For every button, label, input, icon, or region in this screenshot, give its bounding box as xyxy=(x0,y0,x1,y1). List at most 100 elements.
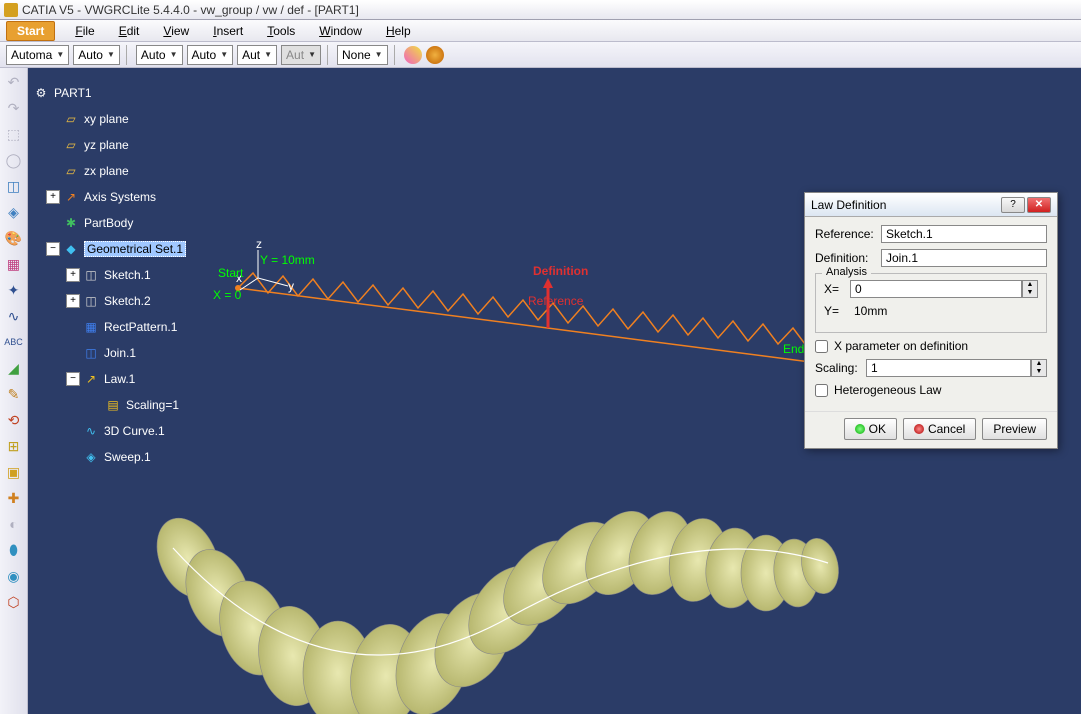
collapse-icon[interactable]: − xyxy=(46,242,60,256)
part-icon: ⚙ xyxy=(32,86,50,100)
tree-root[interactable]: ⚙ PART1 xyxy=(32,80,212,106)
y-value: 10mm xyxy=(854,304,887,318)
expand-icon[interactable]: + xyxy=(66,268,80,282)
curve-icon: ∿ xyxy=(82,424,100,438)
redo-icon[interactable]: ↷ xyxy=(4,98,24,118)
spin-down-icon[interactable]: ▼ xyxy=(1032,368,1046,376)
definition-input[interactable] xyxy=(881,249,1047,267)
extra3-icon[interactable]: ◉ xyxy=(4,566,24,586)
analysis-fieldset: Analysis X= ▲▼ Y= 10mm xyxy=(815,273,1047,333)
tree-xyplane[interactable]: ▱ xy plane xyxy=(32,106,212,132)
label-start: Start xyxy=(218,266,243,280)
scaling-label: Scaling: xyxy=(815,361,862,375)
combo-1[interactable]: Automa▼ xyxy=(6,45,69,65)
menu-insert[interactable]: Insert xyxy=(201,22,255,40)
tree-scaling[interactable]: ▤ Scaling=1 xyxy=(32,392,212,418)
sketch-icon: ◫ xyxy=(82,268,100,282)
tree-yzplane[interactable]: ▱ yz plane xyxy=(32,132,212,158)
combo-6: Aut▼ xyxy=(281,45,321,65)
text-icon[interactable]: ABC xyxy=(4,332,24,352)
tree-sketch2[interactable]: +◫ Sketch.2 xyxy=(32,288,212,314)
x-input[interactable] xyxy=(850,280,1022,298)
collapse-icon[interactable]: − xyxy=(66,372,80,386)
preview-button[interactable]: Preview xyxy=(982,418,1047,440)
tree-law[interactable]: −↗ Law.1 xyxy=(32,366,212,392)
geoset-icon: ◆ xyxy=(62,242,80,256)
menu-window[interactable]: Window xyxy=(307,22,374,40)
scaling-spinner[interactable]: ▲▼ xyxy=(866,359,1047,377)
tool1-icon[interactable]: ▣ xyxy=(4,462,24,482)
combo-2[interactable]: Auto▼ xyxy=(73,45,120,65)
point-icon[interactable]: ✦ xyxy=(4,280,24,300)
grid-icon[interactable]: ▦ xyxy=(4,254,24,274)
start-menu-button[interactable]: Start xyxy=(6,21,55,41)
combo-3[interactable]: Auto▼ xyxy=(136,45,183,65)
cancel-button[interactable]: Cancel xyxy=(903,418,976,440)
expand-icon[interactable]: + xyxy=(46,190,60,204)
sweep-geometry xyxy=(128,438,848,714)
scaling-input[interactable] xyxy=(866,359,1031,377)
circle-icon[interactable]: ◯ xyxy=(4,150,24,170)
pattern-icon: ▦ xyxy=(82,320,100,334)
menu-help[interactable]: Help xyxy=(374,22,423,40)
tree-3dcurve[interactable]: ∿ 3D Curve.1 xyxy=(32,418,212,444)
definition-label: Definition: xyxy=(815,251,877,265)
title-bar: CATIA V5 - VWGRCLite 5.4.4.0 - vw_group … xyxy=(0,0,1081,20)
extra2-icon[interactable]: ⬮ xyxy=(4,540,24,560)
tree-zxplane[interactable]: ▱ zx plane xyxy=(32,158,212,184)
menu-view[interactable]: View xyxy=(151,22,201,40)
iso-icon[interactable]: ◈ xyxy=(4,202,24,222)
material-icon[interactable] xyxy=(404,46,422,64)
menu-tools[interactable]: Tools xyxy=(255,22,307,40)
edit-icon[interactable]: ✎ xyxy=(4,384,24,404)
tree-partbody[interactable]: ✱ PartBody xyxy=(32,210,212,236)
arrow-icon[interactable]: ↶ xyxy=(4,72,24,92)
select-icon[interactable]: ⬚ xyxy=(4,124,24,144)
combo-5[interactable]: Aut▼ xyxy=(237,45,277,65)
label-end: End xyxy=(783,342,804,356)
tree-axis[interactable]: +↗ Axis Systems xyxy=(32,184,212,210)
paint-icon[interactable] xyxy=(426,46,444,64)
surface-icon[interactable]: ◢ xyxy=(4,358,24,378)
reference-input[interactable] xyxy=(881,225,1047,243)
spec-tree[interactable]: ⚙ PART1 ▱ xy plane ▱ yz plane ▱ zx plane… xyxy=(32,80,212,470)
plane-icon: ▱ xyxy=(62,138,80,152)
close-button[interactable]: ✕ xyxy=(1027,197,1051,213)
hetero-checkbox[interactable] xyxy=(815,384,828,397)
tree-sweep[interactable]: ◈ Sweep.1 xyxy=(32,444,212,470)
tree-join[interactable]: ◫ Join.1 xyxy=(32,340,212,366)
plane-icon: ▱ xyxy=(62,164,80,178)
extra1-icon[interactable]: ◐ xyxy=(4,514,24,534)
combo-4[interactable]: Auto▼ xyxy=(187,45,234,65)
transform-icon[interactable]: ⟲ xyxy=(4,410,24,430)
spin-up-icon[interactable]: ▲ xyxy=(1023,281,1037,289)
scale-icon: ▤ xyxy=(104,398,122,412)
measure-icon[interactable]: ⊞ xyxy=(4,436,24,456)
tree-sketch1[interactable]: +◫ Sketch.1 xyxy=(32,262,212,288)
app-icon xyxy=(4,3,18,17)
spin-down-icon[interactable]: ▼ xyxy=(1023,289,1037,297)
extra4-icon[interactable]: ⬡ xyxy=(4,592,24,612)
cube-icon[interactable]: ◫ xyxy=(4,176,24,196)
dialog-titlebar[interactable]: Law Definition ? ✕ xyxy=(805,193,1057,217)
x-spinner[interactable]: ▲▼ xyxy=(850,280,1038,298)
law-definition-dialog: Law Definition ? ✕ Reference: Definition… xyxy=(804,192,1058,449)
menu-file[interactable]: File xyxy=(63,22,106,40)
spin-up-icon[interactable]: ▲ xyxy=(1032,360,1046,368)
palette-icon[interactable]: 🎨 xyxy=(4,228,24,248)
left-toolbar: ↶ ↷ ⬚ ◯ ◫ ◈ 🎨 ▦ ✦ ∿ ABC ◢ ✎ ⟲ ⊞ ▣ ✚ ◐ ⬮ … xyxy=(0,68,28,714)
tree-rectpattern[interactable]: ▦ RectPattern.1 xyxy=(32,314,212,340)
tree-geoset[interactable]: −◆ Geometrical Set.1 xyxy=(32,236,212,262)
label-definition: Definition xyxy=(533,264,588,278)
combo-7[interactable]: None▼ xyxy=(337,45,388,65)
hetero-label: Heterogeneous Law xyxy=(834,383,941,397)
menu-edit[interactable]: Edit xyxy=(107,22,152,40)
help-button[interactable]: ? xyxy=(1001,197,1025,213)
curve-icon[interactable]: ∿ xyxy=(4,306,24,326)
xparam-checkbox[interactable] xyxy=(815,340,828,353)
folder-icon[interactable]: ✚ xyxy=(4,488,24,508)
ok-button[interactable]: OK xyxy=(844,418,897,440)
expand-icon[interactable]: + xyxy=(66,294,80,308)
body-icon: ✱ xyxy=(62,216,80,230)
plane-icon: ▱ xyxy=(62,112,80,126)
